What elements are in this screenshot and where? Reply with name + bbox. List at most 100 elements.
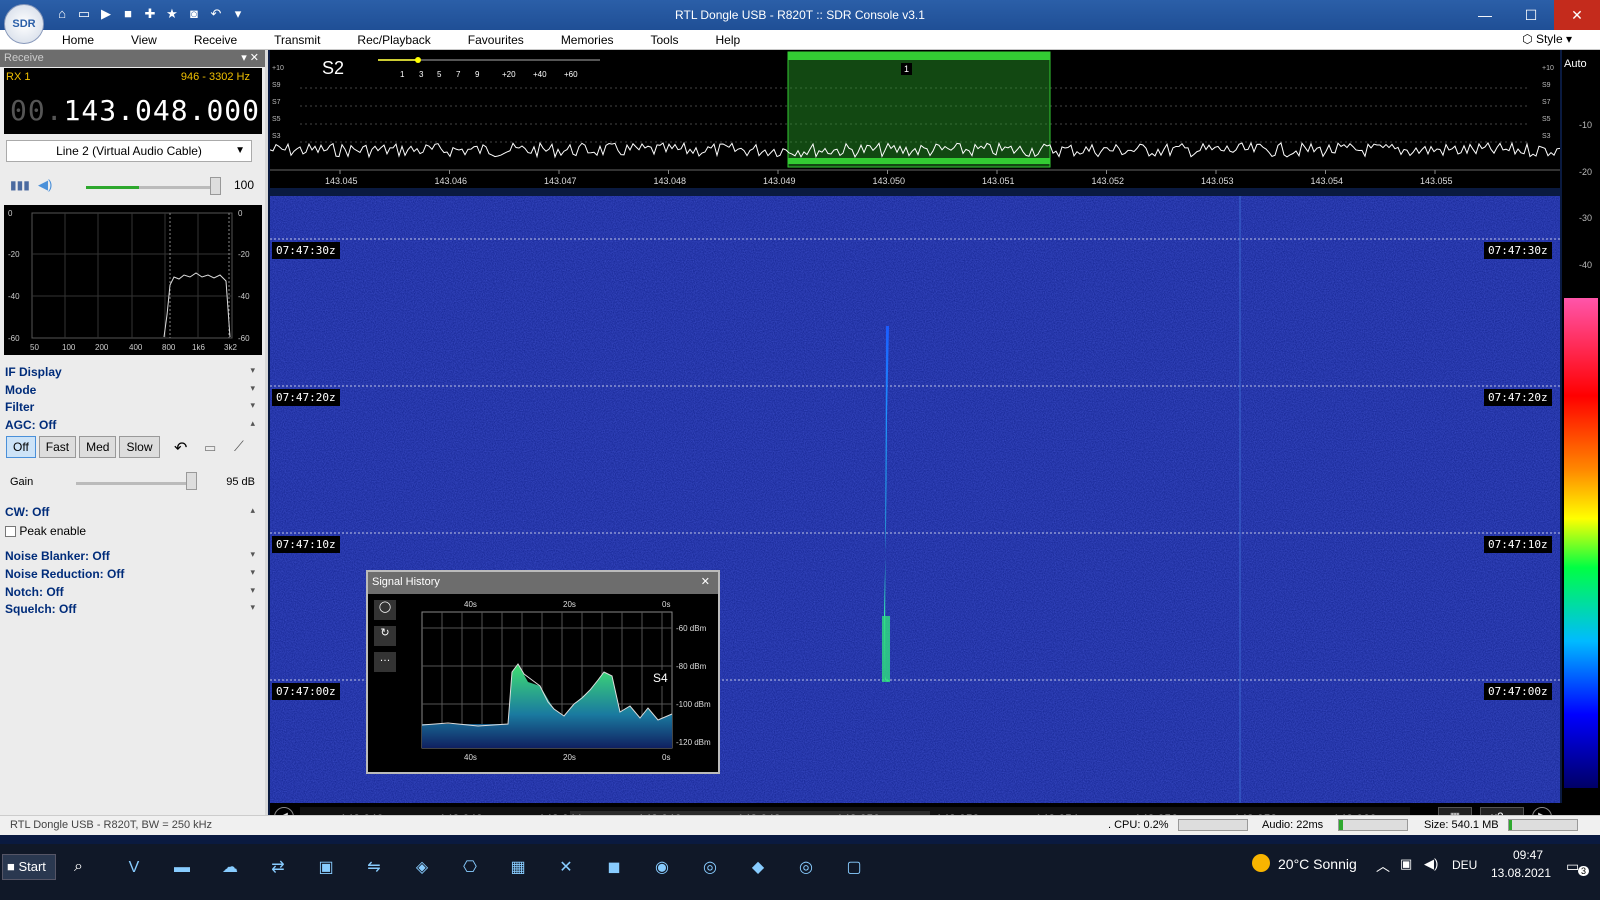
- minimize-button[interactable]: —: [1462, 0, 1508, 30]
- channel-filter-box[interactable]: [787, 51, 1051, 168]
- menu-help[interactable]: Help: [716, 33, 750, 47]
- speaker-icon[interactable]: ◀): [38, 177, 52, 193]
- s-meter-tick: +20: [502, 70, 516, 79]
- section-notch[interactable]: Notch: Off: [5, 585, 64, 599]
- close-icon[interactable]: ✕: [701, 575, 710, 588]
- chevron-up-icon[interactable]: ︿: [1376, 856, 1390, 876]
- weather-icon[interactable]: [1252, 854, 1270, 872]
- cloud-app-icon[interactable]: ☁: [216, 854, 244, 882]
- agc-slow-button[interactable]: Slow: [119, 436, 160, 458]
- monitor-icon[interactable]: ▣: [312, 854, 340, 882]
- x-tick: 3k2: [224, 343, 237, 352]
- spectrum-plot: 143.045 143.046 143.047 143.048 143.049 143.0…: [269, 51, 1561, 188]
- levels-icon[interactable]: ▮▮▮: [10, 178, 30, 192]
- chevron-up-icon[interactable]: ▴: [250, 418, 255, 429]
- teamviewer-icon[interactable]: ⇄: [264, 854, 292, 882]
- signal-history-header: Signal History ✕: [368, 572, 718, 594]
- style-menu[interactable]: ⬡ Style ▾: [1522, 32, 1572, 46]
- chart-icon[interactable]: ⟋: [234, 438, 244, 455]
- maximize-button[interactable]: ☐: [1508, 0, 1554, 30]
- section-filter[interactable]: Filter: [5, 400, 34, 414]
- s-meter-tick: +40: [533, 70, 547, 79]
- terminal-icon[interactable]: ▢: [840, 854, 868, 882]
- close-panel-icon[interactable]: ▾ ✕: [241, 51, 259, 64]
- volume-thumb[interactable]: [210, 177, 221, 195]
- section-noise-blanker[interactable]: Noise Blanker: Off: [5, 549, 110, 563]
- agc-med-button[interactable]: Med: [79, 436, 117, 458]
- radio-icon[interactable]: ◎: [696, 854, 724, 882]
- audio-device-select[interactable]: Line 2 (Virtual Audio Cable) ▼: [6, 140, 252, 162]
- network-app-icon[interactable]: ⎔: [456, 854, 484, 882]
- weather-text[interactable]: 20°C Sonnig: [1278, 856, 1357, 872]
- sdr-icon[interactable]: ◎: [792, 854, 820, 882]
- title-bar: ⌂ ▭ ▶ ■ ✚ ★ ◙ ↶ ▾ RTL Dongle USB - R820T…: [0, 0, 1600, 30]
- transfer-icon[interactable]: ⇋: [360, 854, 388, 882]
- display-icon[interactable]: ◼: [600, 854, 628, 882]
- firefox-icon[interactable]: ◉: [648, 854, 676, 882]
- chevron-down-icon[interactable]: ▾: [250, 400, 255, 411]
- butterfly-icon[interactable]: ✕: [552, 854, 580, 882]
- chevron-down-icon[interactable]: ▾: [250, 383, 255, 394]
- time-label-right: 07:47:10z: [1484, 536, 1552, 553]
- language-indicator[interactable]: DEU: [1452, 858, 1477, 872]
- sstv-decoder-icon[interactable]: ▦: [504, 854, 532, 882]
- chevron-down-icon[interactable]: ▾: [250, 365, 255, 376]
- spectrum-display[interactable]: 143.045 143.046 143.047 143.048 143.049 143.0…: [269, 50, 1561, 188]
- agc-off-button[interactable]: Off: [6, 436, 36, 458]
- status-cpu: . CPU: 0.2%: [1108, 819, 1169, 831]
- dbm-tick-label: -120 dBm: [676, 738, 711, 747]
- gain-thumb[interactable]: [186, 472, 197, 490]
- frequency-readout[interactable]: 00.143.048.000: [10, 94, 260, 127]
- clock-date[interactable]: 13.08.2021: [1486, 866, 1556, 880]
- signal-history-s-reading: S4: [650, 670, 671, 686]
- menu-receive[interactable]: Receive: [194, 33, 246, 47]
- frequency-leading-digits: 00.: [10, 94, 64, 127]
- section-cw[interactable]: CW: Off: [5, 505, 49, 519]
- menu-view[interactable]: View: [131, 33, 166, 47]
- volume-icon[interactable]: ◀): [1424, 856, 1438, 872]
- volume-slider[interactable]: [86, 186, 218, 189]
- undo-icon[interactable]: ↶: [174, 438, 187, 458]
- gain-slider[interactable]: [76, 482, 196, 485]
- start-button[interactable]: ■ Start: [2, 854, 56, 880]
- dbm-tick-label: -80 dBm: [676, 662, 707, 671]
- section-mode[interactable]: Mode: [5, 383, 36, 397]
- volume-fill: [86, 186, 139, 189]
- agc-fast-button[interactable]: Fast: [38, 436, 77, 458]
- section-if-display[interactable]: IF Display: [5, 365, 62, 379]
- peak-enable-row: Peak enable: [5, 524, 86, 538]
- section-squelch[interactable]: Squelch: Off: [5, 602, 76, 616]
- folder-icon[interactable]: ▬: [168, 854, 196, 882]
- menu-rec-playback[interactable]: Rec/Playback: [357, 33, 439, 47]
- network-icon[interactable]: ▣: [1400, 856, 1412, 872]
- chevron-up-icon[interactable]: ▴: [250, 505, 255, 516]
- color-scale-bar[interactable]: [1564, 298, 1598, 788]
- section-agc[interactable]: AGC: Off: [5, 418, 56, 432]
- menu-tools[interactable]: Tools: [651, 33, 688, 47]
- audio-device-value: Line 2 (Virtual Audio Cable): [56, 144, 202, 158]
- menu-favourites[interactable]: Favourites: [468, 33, 533, 47]
- chevron-down-icon[interactable]: ▾: [250, 585, 255, 596]
- peak-enable-checkbox[interactable]: [5, 526, 16, 538]
- section-noise-reduction[interactable]: Noise Reduction: Off: [5, 567, 124, 581]
- menu-transmit[interactable]: Transmit: [274, 33, 329, 47]
- channel-marker[interactable]: 1: [901, 63, 913, 75]
- app-menu-button[interactable]: SDR: [4, 4, 44, 44]
- chevron-down-icon: ▼: [235, 145, 245, 156]
- chevron-down-icon[interactable]: ▾: [250, 567, 255, 578]
- signal-history-window[interactable]: Signal History ✕ ◯ ↻ … 40s 20s 0s 40s 20s…: [366, 570, 720, 774]
- close-button[interactable]: ✕: [1554, 0, 1600, 30]
- menu-memories[interactable]: Memories: [561, 33, 623, 47]
- auto-label[interactable]: Auto: [1564, 58, 1587, 70]
- frequency-display[interactable]: RX 1 946 - 3302 Hz 00.143.048.000: [4, 68, 262, 134]
- sstv-icon[interactable]: ◈: [408, 854, 436, 882]
- clock-time[interactable]: 09:47: [1500, 848, 1556, 862]
- search-icon[interactable]: ⌕: [74, 858, 83, 876]
- satellite-icon[interactable]: ◆: [744, 854, 772, 882]
- menu-home[interactable]: Home: [62, 33, 103, 47]
- status-device: RTL Dongle USB - R820T, BW = 250 kHz: [10, 819, 213, 831]
- chevron-down-icon[interactable]: ▾: [250, 602, 255, 613]
- chevron-down-icon[interactable]: ▾: [250, 549, 255, 560]
- vnc-icon[interactable]: V: [120, 854, 148, 882]
- cloud-icon[interactable]: ▭: [204, 440, 216, 456]
